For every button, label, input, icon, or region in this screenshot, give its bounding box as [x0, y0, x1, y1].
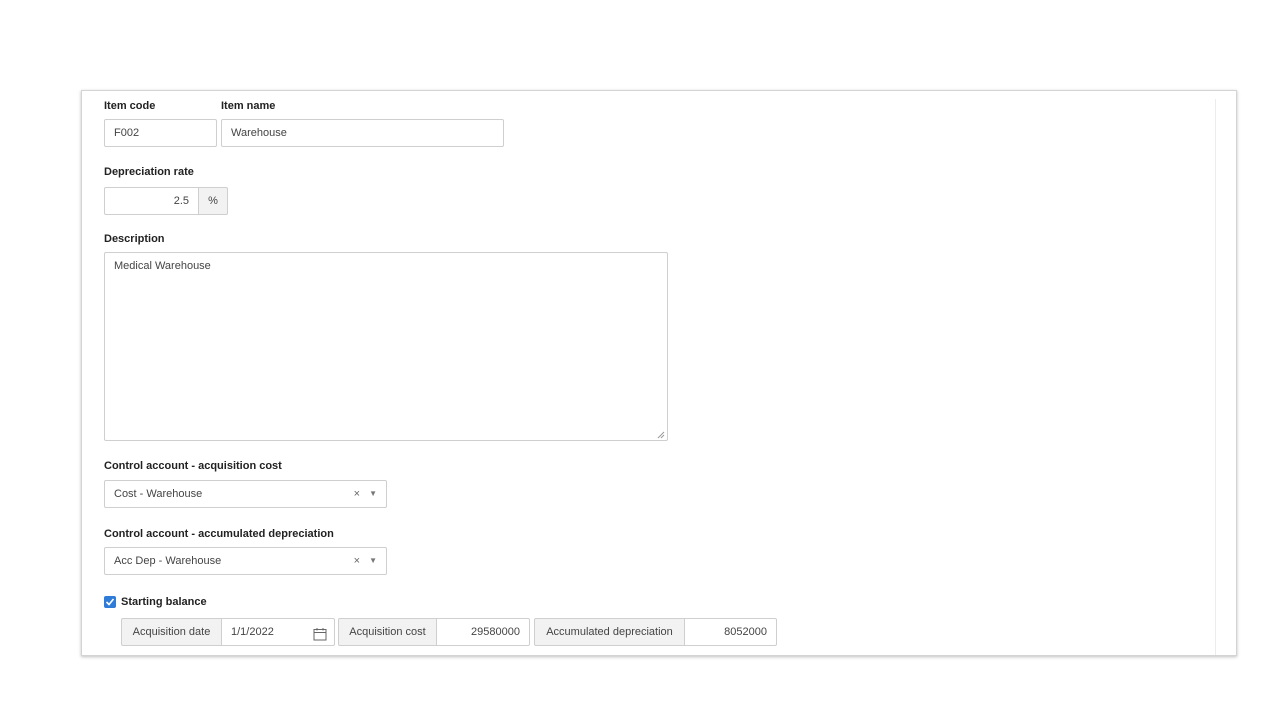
acquisition-date-addon: Acquisition date	[121, 618, 222, 646]
item-name-input[interactable]: Warehouse	[221, 119, 504, 147]
panel-divider	[1215, 99, 1216, 655]
acquisition-date-value: 1/1/2022	[231, 626, 274, 638]
control-account-acquisition-value: Cost - Warehouse	[114, 488, 203, 500]
check-icon	[105, 598, 115, 606]
item-form-panel: Item code Item name F002 Warehouse Depre…	[81, 90, 1237, 656]
control-account-acquisition-label: Control account - acquisition cost	[104, 460, 282, 472]
description-text: Medical Warehouse	[114, 260, 211, 272]
description-label: Description	[104, 233, 165, 245]
acquisition-date-input[interactable]: 1/1/2022	[221, 618, 335, 646]
calendar-icon[interactable]	[313, 625, 327, 641]
depreciation-rate-input[interactable]: 2.5	[104, 187, 199, 215]
description-textarea[interactable]: Medical Warehouse	[104, 252, 668, 441]
acquisition-cost-input[interactable]: 29580000	[436, 618, 530, 646]
clear-icon[interactable]: ×	[354, 481, 360, 507]
item-name-label: Item name	[221, 100, 276, 112]
item-code-input[interactable]: F002	[104, 119, 217, 147]
clear-icon[interactable]: ×	[354, 548, 360, 574]
control-account-depreciation-value: Acc Dep - Warehouse	[114, 555, 222, 567]
control-account-depreciation-select[interactable]: Acc Dep - Warehouse × ▼	[104, 547, 387, 575]
control-account-acquisition-select[interactable]: Cost - Warehouse × ▼	[104, 480, 387, 508]
resize-grip-icon[interactable]	[657, 430, 665, 439]
acquisition-cost-addon: Acquisition cost	[338, 618, 437, 646]
item-code-label: Item code	[104, 100, 156, 112]
accumulated-depreciation-input[interactable]: 8052000	[684, 618, 777, 646]
accumulated-depreciation-addon: Accumulated depreciation	[534, 618, 685, 646]
control-account-depreciation-label: Control account - accumulated depreciati…	[104, 528, 334, 540]
percent-addon: %	[198, 187, 228, 215]
chevron-down-icon[interactable]: ▼	[369, 481, 377, 507]
starting-balance-checkbox[interactable]	[104, 596, 116, 608]
chevron-down-icon[interactable]: ▼	[369, 548, 377, 574]
depreciation-rate-label: Depreciation rate	[104, 166, 194, 178]
starting-balance-label: Starting balance	[121, 596, 207, 608]
